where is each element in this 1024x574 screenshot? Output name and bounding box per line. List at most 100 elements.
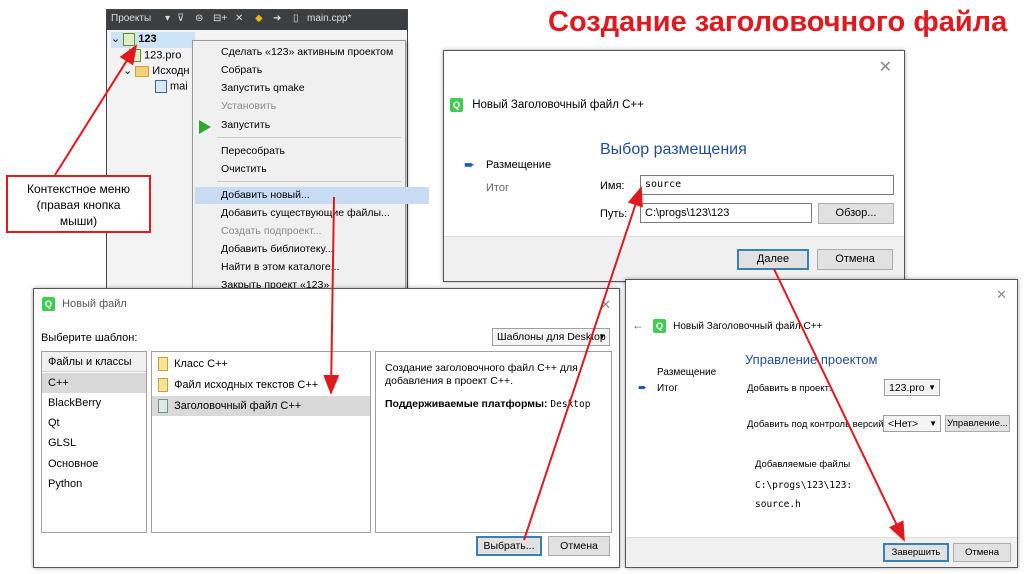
run-icon <box>199 120 211 134</box>
menu-separator <box>217 181 401 182</box>
current-step-arrow-icon: ➨ <box>464 157 475 172</box>
dialog-title-row: Q Новый Заголовочный файл C++ <box>450 98 644 112</box>
dialog-footer: Завершить Отмена <box>626 537 1017 567</box>
current-step-arrow-icon: ➨ <box>638 382 648 394</box>
chevron-down-icon: ▼ <box>928 383 936 392</box>
close-icon[interactable]: ✕ <box>879 60 892 76</box>
qt-logo-icon: Q <box>42 297 55 311</box>
page-heading: Управление проектом <box>745 352 878 367</box>
dialog-title: Новый Заголовочный файл C++ <box>673 321 823 332</box>
close-icon[interactable]: ✕ <box>996 287 1007 303</box>
callout-line: мыши) <box>59 214 98 228</box>
next-button[interactable]: Далее <box>737 249 809 270</box>
template-file-icon <box>158 378 168 393</box>
dialog-footer: Далее Отмена <box>444 236 904 281</box>
cpp-file-icon <box>155 80 167 93</box>
path-input[interactable]: C:\progs\123\123 <box>640 203 812 223</box>
files-label: Добавляемые файлы <box>755 459 851 470</box>
template-item-label: Заголовочный файл C++ <box>174 400 302 412</box>
template-list: Класс C++ Файл исходных текстов C++ Заго… <box>151 351 371 533</box>
tree-pro-file-row[interactable]: 123.pro <box>129 49 181 65</box>
path-label: Путь: <box>600 208 628 220</box>
template-filter-select[interactable]: Шаблоны для Desktop ▼ <box>492 328 610 346</box>
browse-button[interactable]: Обзор... <box>818 203 894 224</box>
editor-tab[interactable]: main.cpp* <box>307 13 351 24</box>
split-icon[interactable]: ⊟+ <box>213 13 227 24</box>
choose-template-label: Выберите шаблон: <box>41 332 138 344</box>
step-location: Размещение <box>657 367 717 378</box>
tree-main-row[interactable]: mai <box>155 80 188 96</box>
choose-button[interactable]: Выбрать... <box>476 536 542 556</box>
menu-item-find-in-dir[interactable]: Найти в этом каталоге... <box>221 259 339 276</box>
location-dialog: ✕ Q Новый Заголовочный файл C++ ➨ Размещ… <box>443 50 905 282</box>
add-to-project-label: Добавить в проект: <box>747 383 832 394</box>
forward-arrow-icon[interactable]: ➜ <box>273 13 281 24</box>
vcs-select[interactable]: <Нет> ▼ <box>883 415 941 432</box>
tree-sources-row[interactable]: ⌄ Исходн <box>123 64 189 80</box>
back-arrow-icon[interactable]: ← <box>632 318 644 332</box>
manage-button[interactable]: Управление... <box>945 415 1010 432</box>
vcs-label: Добавить под контроль версий: <box>747 419 887 430</box>
cancel-button[interactable]: Отмена <box>953 543 1011 562</box>
name-input[interactable]: source <box>640 175 894 195</box>
template-description: Создание заголовочного файл C++ для доба… <box>385 362 578 387</box>
menu-item-add-new[interactable]: Добавить новый... <box>195 187 429 204</box>
template-item-source[interactable]: Файл исходных текстов C++ <box>152 375 370 395</box>
callout-line: Контекстное меню <box>26 182 131 196</box>
tree-project-row[interactable]: ⌄ 123 <box>111 32 195 48</box>
step-summary: Итог <box>657 383 678 394</box>
menu-item-new-subproject: Создать подпроект... <box>221 225 322 237</box>
chevron-down-icon: ⌄ <box>111 33 121 45</box>
template-item-header[interactable]: Заголовочный файл C++ <box>152 396 370 416</box>
category-item-general[interactable]: Основное <box>42 454 146 474</box>
back-arrow-icon[interactable]: ◆ <box>255 13 263 24</box>
add-to-project-select[interactable]: 123.pro ▼ <box>884 379 940 396</box>
folder-icon <box>135 65 150 77</box>
name-label: Имя: <box>600 180 625 192</box>
callout-line: (правая кнопка <box>36 198 121 212</box>
close-icon[interactable]: ✕ <box>235 13 243 24</box>
dialog-title-row: ← Q Новый Заголовочный файл C++ <box>632 318 823 334</box>
category-item-python[interactable]: Python <box>42 474 146 494</box>
category-item-glsl[interactable]: GLSL <box>42 433 146 453</box>
filter-icon[interactable]: ⊽ <box>177 13 184 24</box>
supported-platforms: Поддерживаемые платформы: Desktop <box>385 398 590 410</box>
menu-item-add-library[interactable]: Добавить библиотеку... <box>221 241 334 258</box>
template-item-class[interactable]: Класс C++ <box>152 354 370 374</box>
projects-label[interactable]: Проекты <box>111 13 151 24</box>
category-item-qt[interactable]: Qt <box>42 413 146 433</box>
tree-sources: Исходн <box>152 65 190 77</box>
menu-item-set-active[interactable]: Сделать «123» активным проектом <box>221 44 393 61</box>
menu-separator <box>217 137 401 138</box>
menu-item-add-existing[interactable]: Добавить существующие файлы... <box>221 205 390 222</box>
page-heading: Выбор размещения <box>600 141 747 158</box>
category-header: Файлы и классы <box>42 352 146 372</box>
menu-item-clean[interactable]: Очистить <box>221 161 267 178</box>
menu-item-run[interactable]: Запустить <box>221 117 270 134</box>
template-file-icon <box>158 399 168 414</box>
menu-item-run-qmake[interactable]: Запустить qmake <box>221 80 305 97</box>
project-icon <box>123 32 136 46</box>
slide-title: Создание заголовочного файла <box>548 6 1008 38</box>
category-item-cpp[interactable]: C++ <box>42 373 146 393</box>
menu-item-build[interactable]: Собрать <box>221 62 262 79</box>
close-icon[interactable]: ✕ <box>600 297 611 313</box>
file-name: source.h <box>755 499 801 510</box>
link-icon[interactable]: ⊜ <box>195 13 203 24</box>
cancel-button[interactable]: Отмена <box>817 249 893 270</box>
platforms-label: Поддерживаемые платформы: <box>385 398 548 410</box>
new-file-dialog: Q Новый файл ✕ Выберите шаблон: Шаблоны … <box>33 288 620 568</box>
finish-button[interactable]: Завершить <box>883 543 949 562</box>
callout-context-menu: Контекстное меню (правая кнопка мыши) <box>6 175 151 233</box>
cancel-button[interactable]: Отмена <box>548 536 610 556</box>
tree-pro-file: 123.pro <box>144 49 182 62</box>
template-description-panel: Создание заголовочного файл C++ для доба… <box>375 351 612 533</box>
step-summary: Итог <box>486 182 509 194</box>
file-icon: ▯ <box>293 13 299 24</box>
menu-item-rebuild[interactable]: Пересобрать <box>221 143 285 160</box>
platforms-value: Desktop <box>550 399 591 410</box>
category-item-blackberry[interactable]: BlackBerry <box>42 393 146 413</box>
chevron-down-icon[interactable]: ▾ <box>165 13 170 24</box>
file-dir: C:\progs\123\123: <box>755 480 853 491</box>
chevron-down-icon: ⌄ <box>123 65 133 77</box>
